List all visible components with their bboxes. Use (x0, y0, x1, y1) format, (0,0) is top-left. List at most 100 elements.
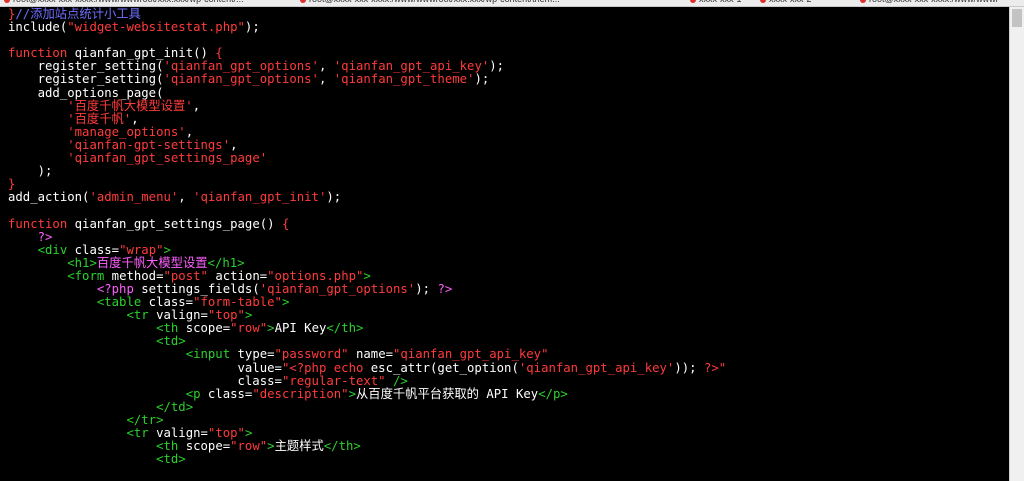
code-line: <td> (8, 453, 726, 466)
code-token: </h1> (207, 255, 245, 270)
code-token: , (318, 72, 334, 87)
code-token: ); (8, 164, 53, 179)
code-token: "top" (207, 426, 245, 440)
code-token: <tr (126, 308, 149, 323)
code-token: '百度千帆' (67, 111, 132, 126)
tab-status-icon (690, 0, 696, 3)
code-token: "<?php echo (281, 360, 371, 375)
code-token: ); (326, 190, 342, 205)
code-token: class= (67, 242, 120, 257)
code-token: <table (96, 295, 142, 310)
code-token: ?> (437, 281, 453, 296)
terminal-tab[interactable]: root@xxxx-xxx-xxxx:/www/wwwr (860, 0, 999, 6)
code-token: "top" (207, 308, 245, 323)
code-token: "regular-text" (281, 373, 386, 388)
code-token: 'qianfan_gpt_init' (193, 190, 327, 205)
code-token: register_setting( (8, 59, 164, 74)
code-token: <h1> (67, 255, 97, 270)
code-token: 'admin_menu' (89, 190, 179, 205)
terminal-tab[interactable]: xxxx-xxx-2 (760, 0, 812, 6)
code-token: , (185, 124, 194, 139)
code-token: 'qianfan_gpt_settings_page' (67, 151, 268, 166)
code-token: add_options_page( (8, 85, 164, 100)
code-token: 'qianfan_gpt_options' (163, 72, 319, 87)
code-token: 'qianfan-gpt-settings' (67, 137, 231, 152)
code-token: scope= (178, 439, 231, 454)
tab-status-icon (760, 0, 766, 3)
code-token: > (163, 242, 171, 257)
code-token: 百度千帆大模型设置 (96, 255, 208, 270)
code-token: function (8, 216, 68, 231)
code-token: </th> (323, 439, 361, 454)
code-token: method= (104, 268, 164, 283)
code-token: > (267, 321, 275, 336)
code-token: > (244, 308, 253, 323)
code-token: <input (185, 347, 231, 362)
code-token: "wrap" (119, 242, 164, 257)
terminal-tab[interactable]: root@xxxx-xxx-xxxx:/www/wwwroot/xxx.xxx/… (4, 0, 244, 6)
tab-label: root@xxxx-xxx-xxxx:/www/wwwroot/xxx.xxx/… (13, 0, 244, 6)
vertical-scrollbar[interactable] (1009, 7, 1024, 481)
code-token: "post" (163, 268, 208, 283)
code-token: "form-table" (193, 295, 282, 310)
code-token: include( (8, 20, 68, 35)
code-token: { (215, 46, 223, 61)
code-token: <div (37, 242, 68, 257)
code-token: register_setting( (8, 72, 164, 87)
code-token: > (281, 295, 290, 310)
code-token: } (8, 177, 16, 192)
code-token: 'qianfan_gpt_options' (163, 59, 319, 74)
terminal-tab[interactable]: root@xxxx-xxx-xxxx:/www/wwwroot/xxx.xxx/… (300, 0, 560, 6)
code-token: name= (348, 347, 393, 362)
code-token: function (8, 46, 68, 61)
php-source-code[interactable]: } //添加站点统计小工具 include("widget-websitestat.… (8, 7, 726, 466)
code-token: ?> (37, 229, 53, 244)
terminal-tab[interactable]: xxxx-xxx-1 (690, 0, 742, 6)
code-token: "description" (252, 386, 349, 401)
code-token: <td> (156, 452, 186, 467)
tab-status-icon (860, 0, 866, 3)
code-token: , (192, 98, 201, 113)
code-token: ); (474, 72, 490, 87)
code-token: </td> (156, 399, 194, 414)
code-token: </th> (326, 321, 364, 336)
terminal-window[interactable]: } //添加站点统计小工具 include("widget-websitestat.… (0, 7, 1010, 481)
code-token: esc_attr(get_option( (370, 360, 519, 375)
code-token: 'qianfan_gpt_api_key' (333, 59, 490, 74)
code-token: , (178, 190, 194, 205)
code-token: "row" (230, 439, 268, 454)
code-token: <td> (156, 334, 186, 349)
scrollbar-thumb[interactable] (1012, 9, 1022, 27)
code-token: 主题样式 (274, 439, 324, 454)
code-token: )); (674, 360, 704, 375)
code-line: ); (8, 165, 726, 178)
code-token: "widget-websitestat.php" (67, 20, 245, 35)
code-token: "qianfan_gpt_api_key" (393, 347, 549, 362)
code-token: action= (207, 268, 268, 283)
code-token: , (230, 137, 238, 152)
code-token: "row" (230, 321, 268, 336)
code-token: 从百度千帆平台获取的 API Key (355, 386, 539, 401)
terminal-tab-strip: root@xxxx-xxx-xxxx:/www/wwwroot/xxx.xxx/… (0, 0, 1024, 7)
code-token: > (244, 426, 253, 440)
code-token: </p> (538, 386, 568, 401)
code-token: "options.php" (267, 268, 364, 283)
code-token: 'qianfan_gpt_options' (259, 281, 416, 296)
code-token: class= (200, 386, 253, 401)
code-line: add_action('admin_menu', 'qianfan_gpt_in… (8, 191, 726, 204)
code-token: </tr> (126, 412, 164, 427)
